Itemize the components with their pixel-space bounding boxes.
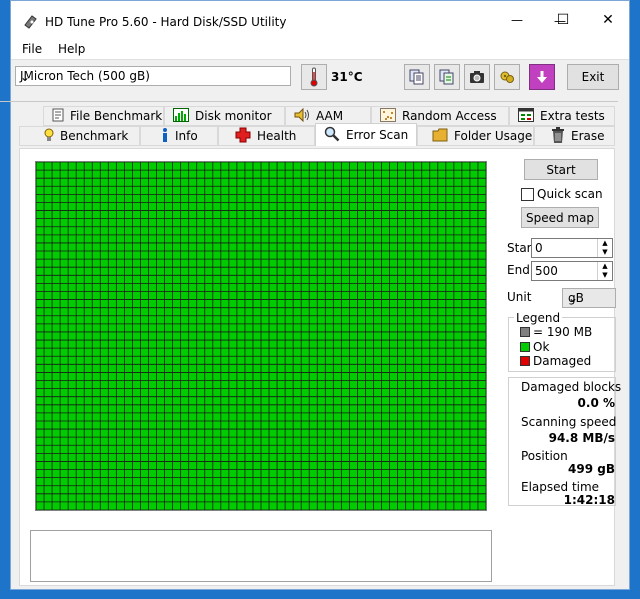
tab-label: Extra tests bbox=[540, 109, 605, 123]
scanning-speed-label: Scanning speed bbox=[521, 415, 617, 429]
damaged-blocks-label: Damaged blocks bbox=[521, 380, 622, 394]
swatch-ok-icon bbox=[520, 342, 530, 352]
block-grid bbox=[36, 162, 486, 510]
save-button[interactable] bbox=[529, 64, 555, 90]
scanning-speed-value: 94.8 MB/s bbox=[548, 431, 615, 445]
tab-label: Info bbox=[175, 129, 198, 143]
tab-benchmark[interactable]: Benchmark bbox=[19, 126, 140, 146]
damaged-blocks-value: 0.0 % bbox=[577, 396, 615, 410]
position-label: Position bbox=[521, 449, 568, 463]
legend-damaged: Damaged bbox=[520, 354, 591, 368]
maximize-button[interactable]: ☐ bbox=[540, 0, 586, 40]
legend-title: Legend bbox=[514, 311, 563, 325]
spinner-arrows-icon[interactable]: ▲ ▼ bbox=[597, 262, 612, 280]
magnifier-icon bbox=[324, 126, 340, 145]
tab-label: File Benchmark bbox=[70, 109, 163, 123]
elapsed-time-value: 1:42:18 bbox=[563, 493, 615, 507]
screenshot-button[interactable] bbox=[464, 64, 490, 90]
thermometer-icon bbox=[310, 67, 318, 87]
divider bbox=[11, 59, 629, 60]
maximize-icon: ☐ bbox=[556, 12, 570, 28]
copy-icon bbox=[409, 69, 424, 85]
speed-map-button[interactable]: Speed map bbox=[521, 207, 599, 228]
health-cross-icon bbox=[235, 127, 251, 146]
temperature-button[interactable] bbox=[301, 64, 327, 90]
unit-label: Unit bbox=[507, 290, 532, 304]
tab-label: Erase bbox=[571, 129, 605, 143]
download-icon bbox=[537, 71, 547, 83]
quick-scan-label: Quick scan bbox=[537, 187, 603, 201]
tab-extra-tests[interactable]: Extra tests bbox=[509, 106, 615, 126]
swatch-damaged-icon bbox=[520, 356, 530, 366]
document-icon bbox=[52, 108, 64, 125]
tab-label: Health bbox=[257, 129, 297, 143]
options-button[interactable] bbox=[494, 64, 520, 90]
menu-file[interactable]: File bbox=[22, 42, 42, 56]
spinner-arrows-icon[interactable]: ▲ ▼ bbox=[597, 239, 612, 257]
copy-button[interactable] bbox=[404, 64, 430, 90]
menu-help[interactable]: Help bbox=[58, 42, 85, 56]
start-button[interactable]: Start bbox=[524, 159, 598, 180]
unit-select[interactable]: gB ⌄ bbox=[562, 288, 616, 308]
app-logo-icon bbox=[24, 15, 37, 29]
copy-text-icon bbox=[439, 69, 454, 85]
extra-tests-icon bbox=[518, 107, 534, 125]
monitor-chart-icon bbox=[173, 107, 189, 125]
scan-block-map bbox=[35, 161, 487, 511]
tab-label: Folder Usage bbox=[454, 129, 533, 143]
start-spinner[interactable]: 0 ▲ ▼ bbox=[531, 238, 613, 258]
tab-erase[interactable]: Erase bbox=[534, 126, 615, 146]
tab-label: Error Scan bbox=[346, 128, 409, 142]
tab-file-benchmark[interactable]: File Benchmark bbox=[43, 106, 164, 126]
folder-icon bbox=[432, 128, 448, 145]
close-button[interactable]: ✕ bbox=[586, 0, 630, 40]
tab-disk-monitor[interactable]: Disk monitor bbox=[164, 106, 285, 126]
swatch-block-icon bbox=[520, 327, 530, 337]
window-title: HD Tune Pro 5.60 - Hard Disk/SSD Utility bbox=[45, 15, 287, 29]
tab-label: AAM bbox=[316, 109, 344, 123]
drive-select[interactable]: JMicron Tech (500 gB) ⌄ bbox=[15, 66, 291, 86]
elapsed-time-label: Elapsed time bbox=[521, 480, 600, 494]
info-icon bbox=[161, 127, 169, 145]
minimize-button[interactable]: — bbox=[494, 0, 540, 40]
lightbulb-icon bbox=[44, 128, 54, 145]
tab-label: Benchmark bbox=[60, 129, 129, 143]
copy-text-button[interactable] bbox=[434, 64, 460, 90]
position-value: 499 gB bbox=[568, 462, 615, 476]
trash-icon bbox=[551, 126, 565, 146]
tab-label: Random Access bbox=[402, 109, 497, 123]
close-icon: ✕ bbox=[602, 12, 614, 28]
menu-bar: File Help bbox=[11, 41, 629, 59]
temperature-readout: 31°C bbox=[331, 70, 363, 84]
tab-error-scan[interactable]: Error Scan bbox=[315, 123, 417, 146]
minimize-icon: — bbox=[511, 13, 523, 27]
quick-scan-checkbox[interactable] bbox=[521, 188, 534, 201]
speaker-icon bbox=[294, 107, 310, 125]
end-value: 500 bbox=[535, 264, 558, 278]
chevron-down-icon: ⌄ bbox=[568, 291, 579, 305]
tab-info[interactable]: Info bbox=[140, 126, 218, 146]
chevron-down-icon: ⌄ bbox=[20, 70, 31, 84]
start-value: 0 bbox=[535, 241, 543, 255]
random-access-icon bbox=[380, 107, 396, 125]
exit-button[interactable]: Exit bbox=[567, 64, 619, 90]
settings-icon bbox=[500, 71, 514, 83]
end-spinner[interactable]: 500 ▲ ▼ bbox=[531, 261, 613, 281]
log-output bbox=[30, 530, 492, 582]
divider bbox=[0, 101, 618, 102]
tab-label: Disk monitor bbox=[195, 109, 272, 123]
tab-folder-usage[interactable]: Folder Usage bbox=[417, 126, 534, 146]
camera-icon bbox=[470, 71, 484, 83]
legend-ok: Ok bbox=[520, 340, 549, 354]
legend-block-size: = 190 MB bbox=[520, 325, 592, 339]
tab-health[interactable]: Health bbox=[218, 126, 315, 146]
end-field-label: End bbox=[507, 263, 530, 277]
